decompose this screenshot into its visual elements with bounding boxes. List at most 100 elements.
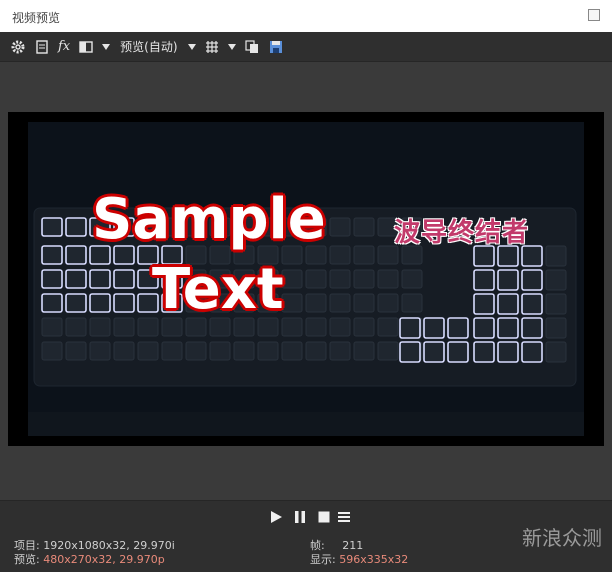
- gear-icon: [11, 40, 25, 53]
- keyboard-key: [161, 341, 183, 361]
- preview-padding-bottom: [0, 446, 612, 500]
- keyboard-key: [329, 217, 351, 237]
- keyboard-key: [209, 341, 231, 361]
- stop-button[interactable]: [316, 509, 332, 525]
- keyboard-key: [401, 293, 423, 313]
- keyboard-key: [545, 317, 567, 339]
- preview-quality-label[interactable]: 预览(自动): [118, 36, 179, 58]
- overlay-grid-button[interactable]: [204, 36, 220, 58]
- keyboard-key: [447, 317, 469, 339]
- chevron-down-icon: [187, 43, 196, 50]
- display-value: 596x335x32: [339, 553, 409, 566]
- properties-button[interactable]: [34, 36, 50, 58]
- menu-lines-button[interactable]: [336, 509, 352, 525]
- keyboard-key: [113, 317, 135, 337]
- keyboard-key: [257, 341, 279, 361]
- keyboard-key: [353, 341, 375, 361]
- keyboard-key: [329, 269, 351, 289]
- keyboard-key: [353, 317, 375, 337]
- split-screen-icon: [79, 40, 93, 53]
- keyboard-key: [305, 317, 327, 337]
- keyboard-key: [233, 341, 255, 361]
- keyboard-key: [41, 317, 63, 337]
- keyboard-key: [473, 317, 495, 339]
- keyboard-key: [305, 269, 327, 289]
- keyboard-key: [329, 293, 351, 313]
- preview-value: 480x270x32, 29.970p: [43, 553, 165, 566]
- keyboard-key: [281, 293, 303, 313]
- preview-label: 预览:: [14, 553, 40, 566]
- keyboard-key: [65, 341, 87, 361]
- display-info: 显示: 596x335x32: [310, 551, 408, 567]
- keyboard-key: [545, 293, 567, 315]
- keyboard-key: [473, 341, 495, 363]
- keyboard-key: [113, 341, 135, 361]
- keyboard-key: [41, 245, 63, 265]
- overlay-text-sample: Sample: [92, 187, 326, 252]
- watermark-logo: 新浪众测: [522, 526, 602, 550]
- keyboard-key: [447, 341, 469, 363]
- keyboard-key: [137, 341, 159, 361]
- keyboard-key: [521, 245, 543, 267]
- keyboard-key: [89, 269, 111, 289]
- keyboard-key: [113, 269, 135, 289]
- preview-toolbar: fx 预览(自动): [0, 32, 612, 62]
- preview-quality-dropdown[interactable]: [187, 36, 196, 58]
- keyboard-key: [89, 317, 111, 337]
- keyboard-key: [377, 341, 399, 361]
- keyboard-key: [65, 293, 87, 313]
- document-properties-icon: [36, 39, 48, 54]
- keyboard-key: [65, 317, 87, 337]
- grid-icon: [205, 40, 218, 53]
- keyboard-key: [545, 341, 567, 363]
- preview-padding-top: [0, 62, 612, 112]
- keyboard-key: [423, 341, 445, 363]
- keyboard-key: [521, 293, 543, 315]
- overlay-text-text: Text: [152, 257, 284, 322]
- keyboard-key: [497, 317, 519, 339]
- keyboard-key: [497, 293, 519, 315]
- pause-button[interactable]: [292, 509, 308, 525]
- copy-icon: [244, 39, 258, 53]
- keyboard-key: [377, 245, 399, 265]
- keyboard-key: [497, 341, 519, 363]
- keyboard-key: [65, 245, 87, 265]
- keyboard-key: [353, 217, 375, 237]
- keyboard-key: [185, 341, 207, 361]
- keyboard-key: [305, 293, 327, 313]
- save-disk-icon: [269, 40, 282, 53]
- keyboard-key: [401, 269, 423, 289]
- window-close-button[interactable]: [588, 9, 600, 21]
- keyboard-key: [41, 269, 63, 289]
- keyboard-key: [89, 293, 111, 313]
- keyboard-key: [41, 293, 63, 313]
- keyboard-key: [65, 217, 87, 237]
- copy-snapshot-button[interactable]: [244, 36, 260, 58]
- settings-button[interactable]: [10, 36, 26, 58]
- split-screen-dropdown[interactable]: [102, 36, 111, 58]
- keyboard-key: [377, 293, 399, 313]
- keyboard-key: [497, 269, 519, 291]
- keyboard-key: [305, 341, 327, 361]
- keyboard-key: [89, 341, 111, 361]
- play-button[interactable]: [268, 509, 284, 525]
- keyboard-key: [113, 293, 135, 313]
- overlay-grid-dropdown[interactable]: [227, 36, 236, 58]
- window-titlebar: 视频预览: [0, 0, 612, 32]
- keyboard-key: [545, 269, 567, 291]
- chevron-down-icon: [102, 43, 111, 50]
- split-screen-button[interactable]: [78, 36, 94, 58]
- keyboard-key: [473, 293, 495, 315]
- playback-controls: [0, 500, 612, 533]
- keyboard-key: [41, 341, 63, 361]
- keyboard-key: [473, 245, 495, 267]
- fx-button[interactable]: fx: [58, 36, 70, 58]
- keyboard-key: [329, 341, 351, 361]
- keyboard-key: [521, 341, 543, 363]
- save-snapshot-button[interactable]: [268, 36, 284, 58]
- keyboard-key: [497, 245, 519, 267]
- keyboard-key: [65, 269, 87, 289]
- keyboard-key: [377, 317, 399, 337]
- keyboard-image: [28, 122, 584, 436]
- overlay-text-chinese: 波导终结者: [394, 218, 530, 248]
